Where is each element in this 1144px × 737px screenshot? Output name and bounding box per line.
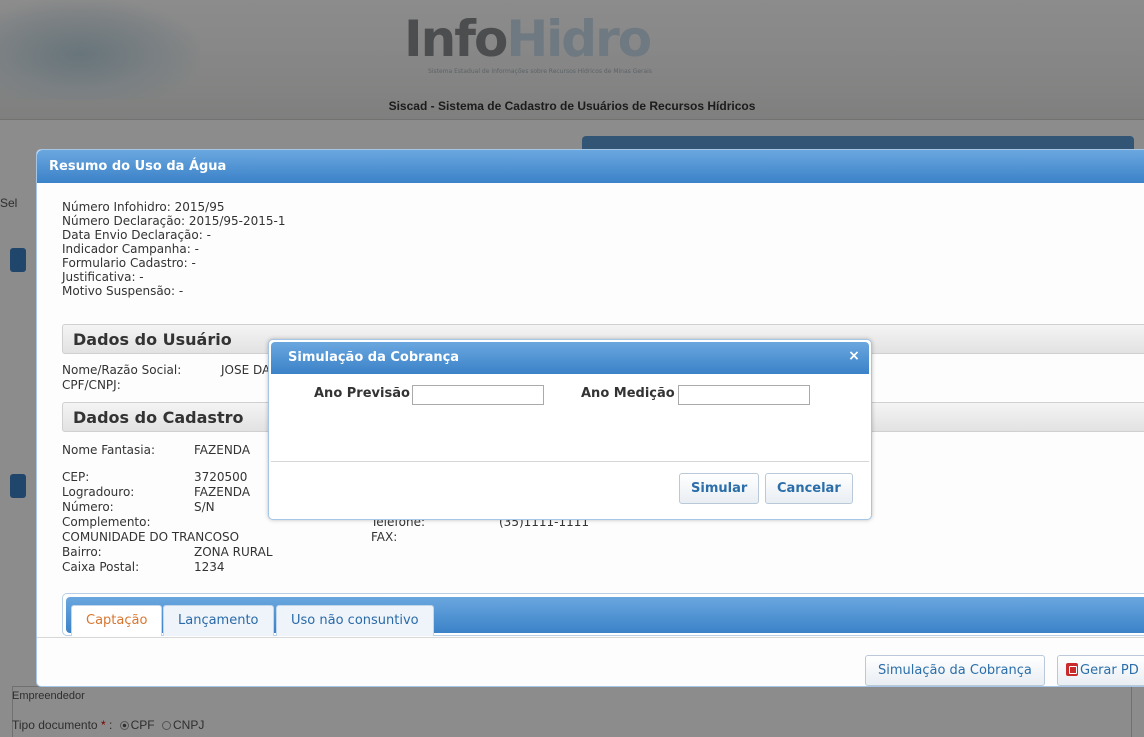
dados-usuario-title: Dados do Usuário <box>73 330 232 349</box>
dados-cadastro-title: Dados do Cadastro <box>73 408 244 427</box>
simulacao-dialog-header: Simulação da Cobrança × <box>271 342 869 374</box>
caixa-postal-label: Caixa Postal: <box>62 560 140 574</box>
fax-label: FAX: <box>371 530 398 544</box>
close-icon[interactable]: × <box>847 348 861 364</box>
indicador-campanha: Indicador Campanha: - <box>62 242 199 256</box>
tab-captacao[interactable]: Captação <box>71 605 163 636</box>
ano-previsao-label: Ano Previsão <box>314 386 410 401</box>
resumo-dialog-header: Resumo do Uso da Água <box>37 150 1144 183</box>
pdf-icon <box>1066 663 1078 676</box>
simulacao-cobranca-dialog: Simulação da Cobrança × Ano Previsão Ano… <box>268 339 872 520</box>
logradouro-label: Logradouro: <box>62 485 135 499</box>
simular-button[interactable]: Simular <box>679 473 760 504</box>
complemento-value: COMUNIDADE DO TRANCOSO <box>62 530 240 544</box>
resumo-info-block: Número Infohidro: 2015/95 Número Declara… <box>62 200 286 298</box>
resumo-footer-divider <box>37 637 1144 638</box>
numero-value: S/N <box>194 500 215 514</box>
ano-previsao-input[interactable] <box>412 385 544 405</box>
numero-infohidro: Número Infohidro: 2015/95 <box>62 200 225 214</box>
formulario-cadastro: Formulario Cadastro: - <box>62 256 196 270</box>
tab-uso-nao-consuntivo[interactable]: Uso não consuntivo <box>276 605 434 636</box>
simulacao-dialog-divider <box>271 461 869 462</box>
logradouro-value: FAZENDA <box>194 485 251 499</box>
complemento-label: Complemento: <box>62 515 151 529</box>
bairro-value: ZONA RURAL <box>194 545 273 559</box>
usage-tabs: Captação Lançamento Uso não consuntivo <box>62 593 1144 636</box>
cancelar-button[interactable]: Cancelar <box>765 473 853 504</box>
simulacao-dialog-title: Simulação da Cobrança <box>288 350 460 365</box>
tab-lancamento[interactable]: Lançamento <box>163 605 274 636</box>
gerar-pdf-label: Gerar PD <box>1080 663 1139 678</box>
data-envio-declaracao: Data Envio Declaração: - <box>62 228 211 242</box>
motivo-suspensao: Motivo Suspensão: - <box>62 284 184 298</box>
nome-fantasia-value: FAZENDA <box>194 443 251 457</box>
gerar-pdf-button[interactable]: Gerar PD <box>1057 655 1144 686</box>
nome-fantasia-label: Nome Fantasia: <box>62 443 156 457</box>
numero-label: Número: <box>62 500 114 514</box>
bairro-label: Bairro: <box>62 545 102 559</box>
cpf-cnpj-label: CPF/CNPJ: <box>62 378 121 392</box>
resumo-dialog-title: Resumo do Uso da Água <box>49 159 227 174</box>
simulacao-cobranca-button[interactable]: Simulação da Cobrança <box>865 655 1045 686</box>
numero-declaracao: Número Declaração: 2015/95-2015-1 <box>62 214 286 228</box>
ano-medicao-input[interactable] <box>678 385 810 405</box>
caixa-postal-value: 1234 <box>194 560 225 574</box>
nome-razao-value: JOSE DA <box>221 363 271 377</box>
ano-medicao-label: Ano Medição <box>581 386 675 401</box>
tabs-strip: Captação Lançamento Uso não consuntivo <box>66 597 1144 636</box>
nome-razao-label: Nome/Razão Social: <box>62 363 182 377</box>
cep-label: CEP: <box>62 470 90 484</box>
justificativa: Justificativa: - <box>62 270 144 284</box>
cep-value: 3720500 <box>194 470 248 484</box>
